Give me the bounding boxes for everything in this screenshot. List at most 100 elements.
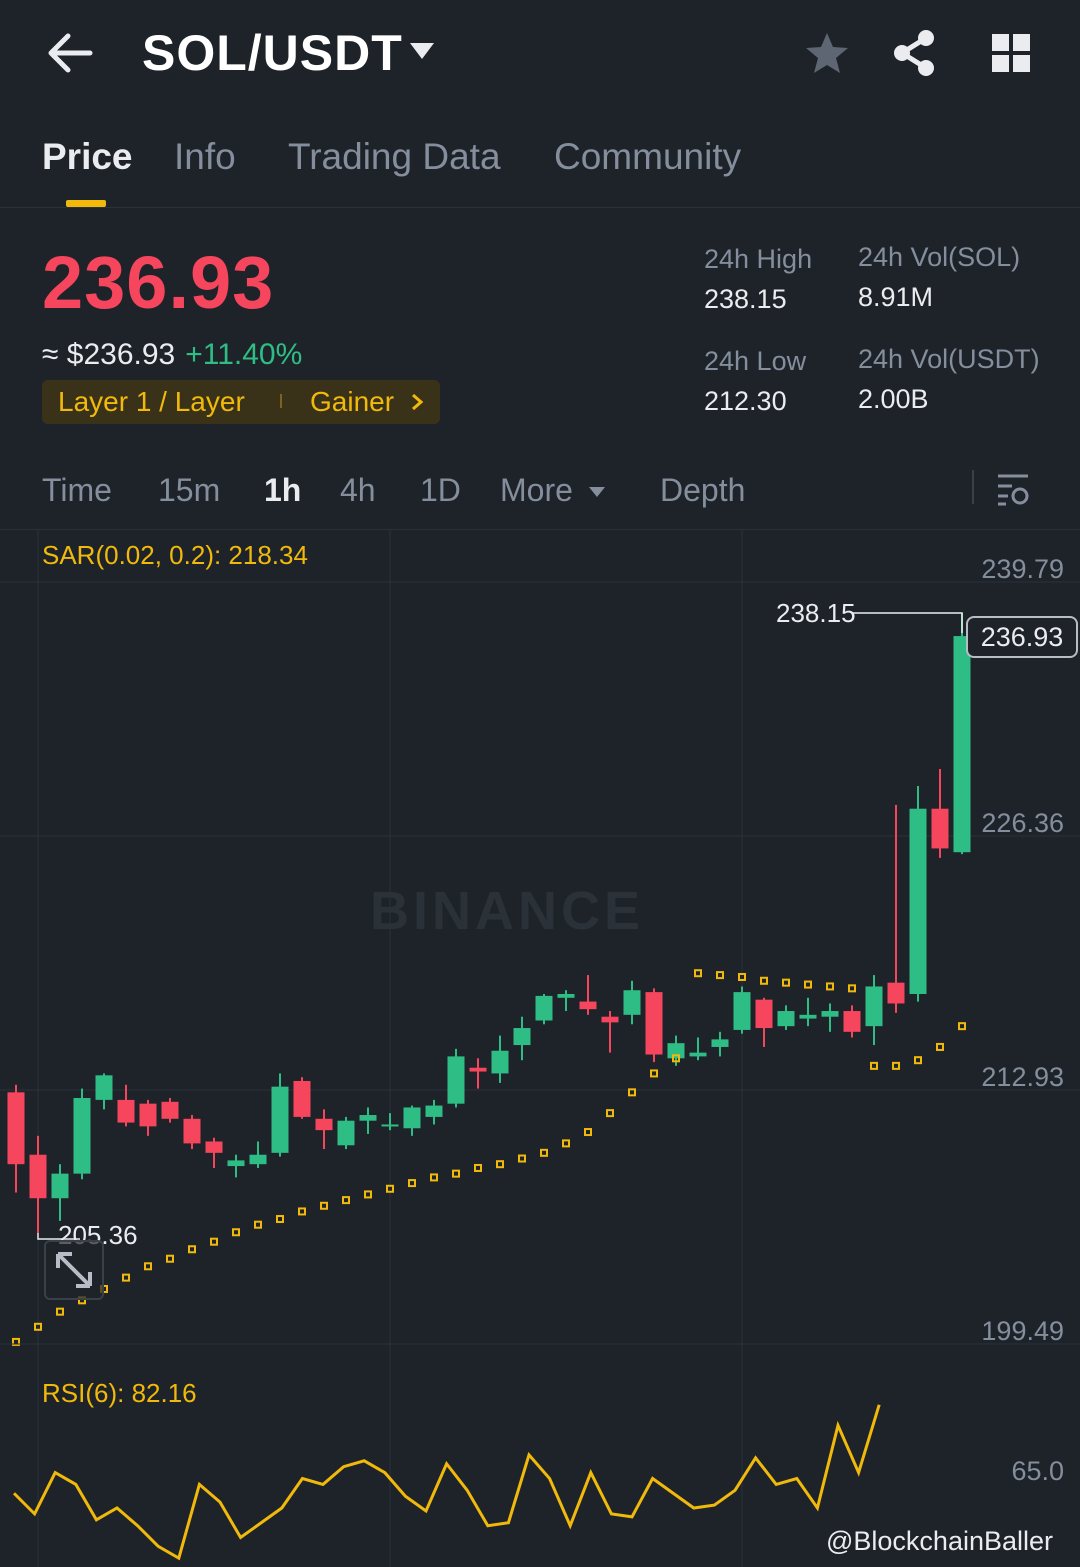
sar-dot <box>452 1169 460 1178</box>
sar-dot <box>584 1128 592 1137</box>
candle-body <box>161 1101 179 1119</box>
price-chart[interactable]: BINANCE SAR(0.02, 0.2): 218.34 239.79 22… <box>0 530 1080 1567</box>
timeframe-more[interactable]: More <box>500 472 573 509</box>
high-marker-label: 238.15 <box>776 598 856 628</box>
low-label: 24h Low <box>704 346 807 376</box>
y-tick: 226.36 <box>981 808 1064 838</box>
last-price-tag: 236.93 <box>966 616 1078 658</box>
y-tick: 212.93 <box>981 1062 1064 1092</box>
toolbar-divider <box>972 470 974 504</box>
candle-body <box>205 1141 223 1153</box>
sar-dot <box>144 1262 152 1271</box>
pair-title[interactable]: SOL/USDT <box>142 24 403 82</box>
tab-info[interactable]: Info <box>174 136 236 178</box>
sar-dot <box>760 976 768 985</box>
candle-body <box>51 1173 69 1199</box>
sar-dot <box>122 1273 130 1282</box>
timeframe-time[interactable]: Time <box>42 472 112 509</box>
expand-icon <box>56 1252 92 1288</box>
timeframe-1h[interactable]: 1h <box>264 472 301 509</box>
sar-dot <box>958 1022 966 1031</box>
tag-layer1[interactable]: Layer 1 / Layer <box>58 386 245 418</box>
candle-body <box>821 1011 839 1017</box>
sar-dot <box>320 1201 328 1210</box>
candle-body <box>843 1011 861 1032</box>
candle-body <box>337 1120 355 1146</box>
candle-body <box>469 1067 487 1072</box>
candle-body <box>7 1092 25 1165</box>
candle-body <box>931 808 949 849</box>
star-icon[interactable] <box>804 30 850 76</box>
tag-gainer[interactable]: Gainer <box>310 386 394 418</box>
candle-body <box>579 1001 597 1010</box>
chart-canvas[interactable] <box>0 530 1080 1567</box>
sar-dot <box>606 1109 614 1118</box>
tab-community[interactable]: Community <box>554 136 741 178</box>
candle-body <box>315 1118 333 1131</box>
page-tabs: Price Info Trading Data Community <box>0 120 1080 208</box>
candle-body <box>513 1028 531 1046</box>
candle-body <box>139 1103 157 1127</box>
chart-settings-icon[interactable] <box>994 470 1032 508</box>
candle-body <box>623 990 641 1015</box>
timeframe-bar: Time 15m 1h 4h 1D More Depth <box>0 450 1080 530</box>
candle-body <box>909 808 927 995</box>
last-price: 236.93 <box>42 241 275 324</box>
caret-down-icon[interactable] <box>408 40 436 62</box>
candle-body <box>271 1086 289 1153</box>
candle-body <box>381 1124 399 1127</box>
credit-watermark: @BlockchainBaller <box>826 1526 1054 1556</box>
timeframe-1d[interactable]: 1D <box>420 472 461 509</box>
expand-chart-button[interactable] <box>44 1240 104 1300</box>
usd-value: ≈ $236.93 <box>42 338 176 371</box>
candle-body <box>535 995 553 1021</box>
sar-dot <box>848 984 856 993</box>
chevron-right-icon[interactable] <box>410 392 424 412</box>
sar-dot <box>870 1061 878 1070</box>
sar-dot <box>936 1042 944 1051</box>
candle-body <box>799 1014 817 1019</box>
candle-body <box>73 1098 91 1174</box>
candle-body <box>777 1011 795 1027</box>
timeframe-15m[interactable]: 15m <box>158 472 220 509</box>
sar-dot <box>782 978 790 987</box>
change-percent: +11.40% <box>185 338 303 371</box>
candle-body <box>95 1075 113 1100</box>
sar-dot <box>892 1061 900 1070</box>
grid-icon[interactable] <box>990 32 1032 74</box>
candle-body <box>755 999 773 1029</box>
vol-sol-value: 8.91M <box>858 282 934 312</box>
candle-body <box>403 1107 421 1129</box>
sar-dot <box>56 1307 64 1316</box>
sar-dot <box>540 1148 548 1157</box>
share-icon[interactable] <box>890 28 938 78</box>
sar-dot <box>518 1154 526 1163</box>
tab-price[interactable]: Price <box>42 136 133 178</box>
tab-trading-data[interactable]: Trading Data <box>288 136 501 178</box>
category-tags[interactable]: Layer 1 / Layer Gainer <box>42 380 440 424</box>
sar-indicator-label: SAR(0.02, 0.2): 218.34 <box>42 540 308 570</box>
candle-body <box>359 1115 377 1121</box>
rsi-line <box>12 1404 881 1561</box>
candle-body <box>249 1154 267 1165</box>
low-value: 212.30 <box>704 386 787 416</box>
candle-body <box>733 992 751 1030</box>
y-tick: 199.49 <box>981 1316 1064 1346</box>
sar-dot <box>826 982 834 991</box>
candle-body <box>557 994 575 998</box>
sar-dot <box>342 1196 350 1205</box>
arrow-left-icon[interactable] <box>44 30 96 76</box>
candle-body <box>183 1118 201 1144</box>
rsi-indicator-label: RSI(6): 82.16 <box>42 1378 197 1408</box>
high-marker-leader <box>852 612 963 634</box>
more-caret-icon[interactable] <box>588 486 606 498</box>
timeframe-4h[interactable]: 4h <box>340 472 376 509</box>
high-value: 238.15 <box>704 284 787 314</box>
sar-dot <box>474 1163 482 1172</box>
sar-dot <box>364 1190 372 1199</box>
candle-body <box>645 992 663 1055</box>
sar-dot <box>430 1173 438 1182</box>
candle-body <box>689 1052 707 1057</box>
timeframe-depth[interactable]: Depth <box>660 472 745 509</box>
y-tick: 239.79 <box>981 554 1064 584</box>
